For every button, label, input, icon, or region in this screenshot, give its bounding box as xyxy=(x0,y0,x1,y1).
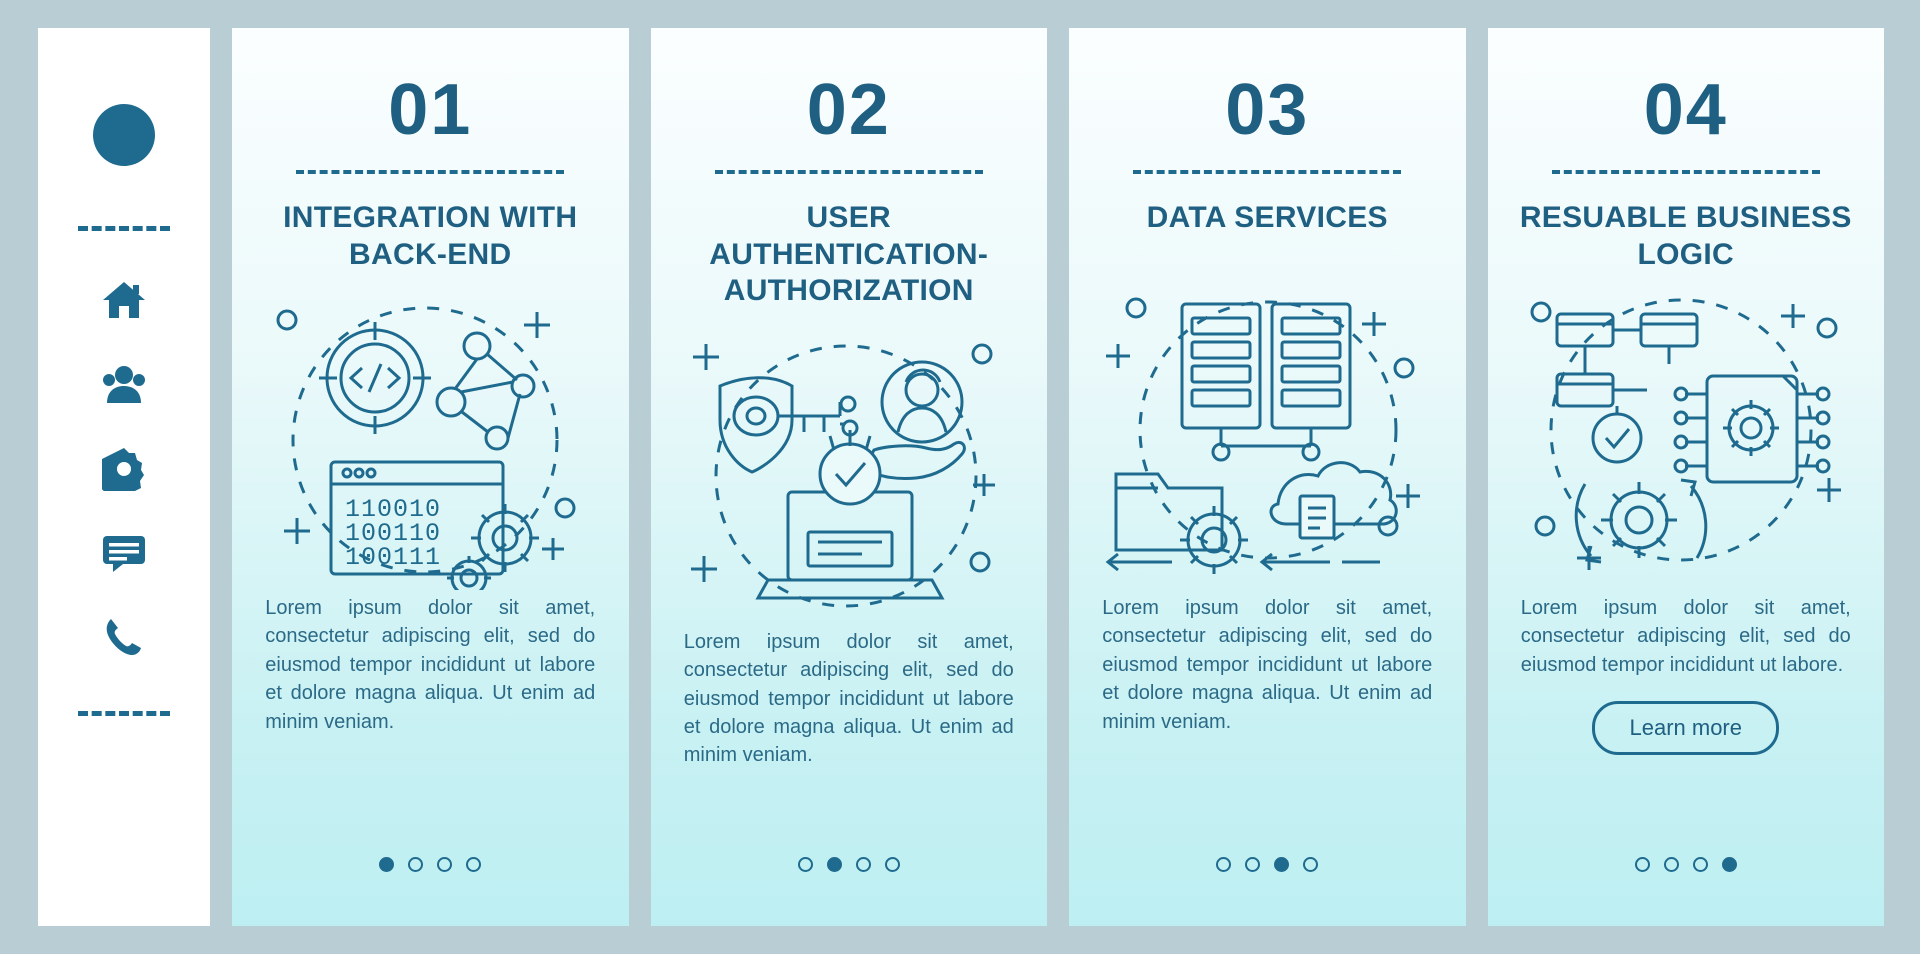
learn-more-button[interactable]: Learn more xyxy=(1592,701,1779,756)
logo-circle xyxy=(93,104,155,166)
key-shield-user-laptop-illustration xyxy=(684,324,1014,624)
pagination-dots[interactable] xyxy=(1488,857,1885,872)
dot-1[interactable] xyxy=(1634,857,1650,872)
dot-4[interactable] xyxy=(884,857,900,872)
dot-4[interactable] xyxy=(1721,857,1737,872)
card-body: Lorem ipsum dolor sit amet, consectetur … xyxy=(1520,597,1851,676)
card-number: 04 xyxy=(1643,70,1728,150)
dot-4[interactable] xyxy=(1303,857,1319,872)
card-body: Lorem ipsum dolor sit amet, consectetur … xyxy=(265,597,596,733)
card-number: 03 xyxy=(1225,70,1310,150)
dot-1[interactable] xyxy=(1216,857,1232,872)
servers-folder-cloud-illustration xyxy=(1102,290,1432,590)
dot-1[interactable] xyxy=(379,857,395,872)
people-icon[interactable] xyxy=(101,363,147,405)
card-title: INTEGRATION WITH BACK-END xyxy=(283,201,578,271)
dot-2[interactable] xyxy=(826,857,842,872)
phone-icon[interactable] xyxy=(102,615,146,659)
onboarding-card-4[interactable]: 04 RESUABLE BUSINESS LOGIC Lorem ipsum d… xyxy=(1487,28,1885,926)
dot-2[interactable] xyxy=(408,857,424,872)
card-number: 02 xyxy=(806,70,891,150)
onboarding-screens: 01 INTEGRATION WITH BACK-END 110010 1001… xyxy=(0,0,1920,954)
chat-icon[interactable] xyxy=(101,533,147,573)
card-number: 01 xyxy=(388,70,473,150)
sidebar xyxy=(38,28,210,926)
onboarding-card-1[interactable]: 01 INTEGRATION WITH BACK-END 110010 1001… xyxy=(232,28,629,926)
code-network-binary-gear-illustration: 110010 100110 100111 xyxy=(265,290,595,590)
flowchart-chip-refresh-illustration xyxy=(1521,290,1851,590)
dot-4[interactable] xyxy=(466,857,482,872)
onboarding-card-2[interactable]: 02 USER AUTHENTICATION-AUTHORIZATION Lor… xyxy=(650,28,1048,926)
dot-3[interactable] xyxy=(1274,857,1290,872)
dot-3[interactable] xyxy=(437,857,453,872)
card-divider xyxy=(1551,170,1820,174)
card-divider xyxy=(1133,170,1402,174)
dot-3[interactable] xyxy=(855,857,871,872)
home-icon[interactable] xyxy=(101,279,147,321)
card-title: USER AUTHENTICATION-AUTHORIZATION xyxy=(709,201,989,308)
card-title: RESUABLE BUSINESS LOGIC xyxy=(1519,201,1852,271)
sidebar-divider-top xyxy=(78,226,170,231)
gear-icon[interactable] xyxy=(102,447,146,491)
pagination-dots[interactable] xyxy=(651,857,1048,872)
sidebar-divider-bottom xyxy=(78,711,170,716)
svg-text:100111: 100111 xyxy=(345,543,441,572)
pagination-dots[interactable] xyxy=(232,857,629,872)
card-title: DATA SERVICES xyxy=(1146,201,1388,234)
card-body: Lorem ipsum dolor sit amet, consectetur … xyxy=(683,630,1014,767)
onboarding-card-3[interactable]: 03 DATA SERVICES Lorem ipsum dolor sit a… xyxy=(1069,28,1466,926)
card-divider xyxy=(296,170,565,174)
dot-1[interactable] xyxy=(797,857,813,872)
pagination-dots[interactable] xyxy=(1069,857,1466,872)
dot-2[interactable] xyxy=(1245,857,1261,872)
dot-2[interactable] xyxy=(1663,857,1679,872)
dot-3[interactable] xyxy=(1692,857,1708,872)
card-body: Lorem ipsum dolor sit amet, consectetur … xyxy=(1102,597,1433,733)
sidebar-icon-list xyxy=(101,279,147,659)
card-divider xyxy=(714,170,983,174)
